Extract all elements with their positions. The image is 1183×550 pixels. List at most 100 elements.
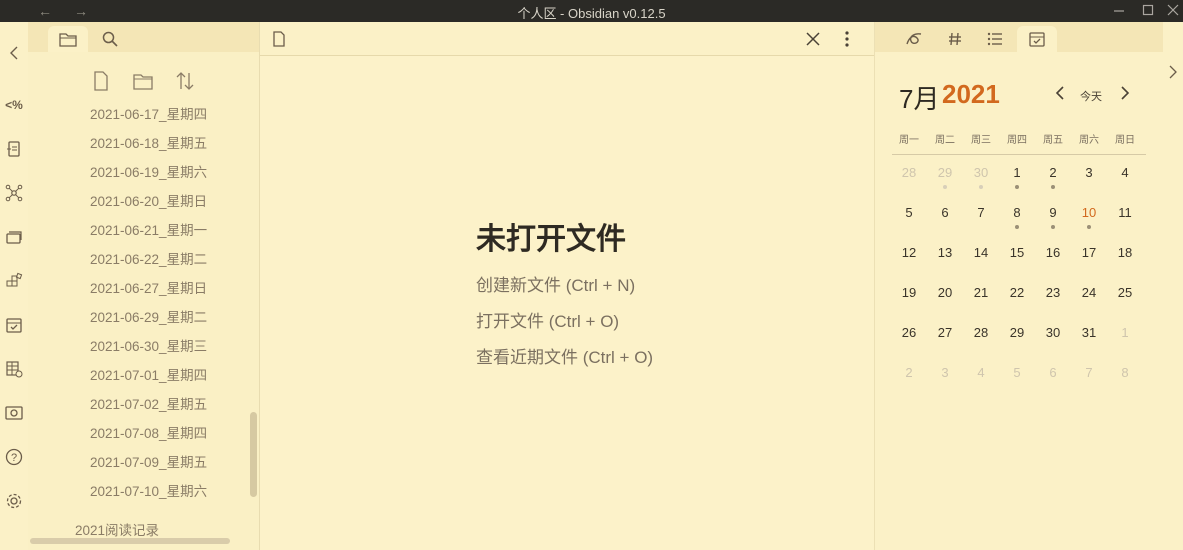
calendar-day[interactable]: 24	[1071, 285, 1107, 300]
cards-icon[interactable]	[4, 227, 24, 247]
help-icon[interactable]: ?	[4, 447, 24, 467]
calendar-day[interactable]: 8	[1107, 365, 1143, 380]
calendar-day[interactable]: 28	[963, 325, 999, 340]
weekday-label: 周日	[1115, 135, 1135, 146]
file-item[interactable]: 2021-06-17_星期四	[28, 106, 250, 135]
calendar-day[interactable]: 14	[963, 245, 999, 260]
calendar-day[interactable]: 29	[999, 325, 1035, 340]
calendar-day[interactable]: 28	[891, 165, 927, 180]
calendar-day[interactable]: 26	[891, 325, 927, 340]
settings-icon[interactable]	[4, 491, 24, 511]
calendar-day[interactable]: 30	[963, 165, 999, 180]
right-sidebar: 7月 2021 今天 周一 周二 周三 周四 周五 周六 周日 28 29 30 1 2 3 4 5 6 7 8…	[874, 22, 1164, 550]
maximize-icon[interactable]	[1141, 3, 1155, 17]
create-new-file-link[interactable]: 创建新文件 (Ctrl + N)	[476, 271, 635, 296]
calendar-day[interactable]: 30	[1035, 325, 1071, 340]
calendar-day[interactable]: 6	[927, 205, 963, 220]
screenshot-icon[interactable]	[4, 403, 24, 423]
calendar-day[interactable]: 19	[891, 285, 927, 300]
tab-search[interactable]	[90, 26, 130, 52]
calendar-day[interactable]: 9	[1035, 205, 1071, 220]
templater-icon[interactable]: <%	[4, 95, 24, 115]
calendar-day[interactable]: 31	[1071, 325, 1107, 340]
calendar-day[interactable]: 20	[927, 285, 963, 300]
calendar-day[interactable]: 25	[1107, 285, 1143, 300]
calendar-day[interactable]: 29	[927, 165, 963, 180]
recent-files-link[interactable]: 查看近期文件 (Ctrl + O)	[476, 343, 653, 368]
calendar-day[interactable]: 1	[999, 165, 1035, 180]
calendar-day[interactable]: 27	[927, 325, 963, 340]
blocks-icon[interactable]	[4, 271, 24, 291]
calendar-check-icon[interactable]	[4, 315, 24, 335]
new-note-icon[interactable]	[90, 70, 112, 92]
sort-icon[interactable]	[174, 70, 196, 92]
file-item[interactable]: 2021-07-09_星期五	[28, 454, 250, 483]
file-item[interactable]: 2021-07-10_星期六	[28, 483, 250, 512]
close-window-icon[interactable]	[1166, 3, 1180, 17]
hash-icon	[949, 32, 961, 46]
file-item[interactable]: 2021-06-21_星期一	[28, 222, 250, 251]
calendar-day[interactable]: 21	[963, 285, 999, 300]
weekday-label: 周六	[1079, 135, 1099, 146]
tab-outline[interactable]	[975, 26, 1015, 52]
tab-tags[interactable]	[935, 26, 975, 52]
calendar-day[interactable]: 16	[1035, 245, 1071, 260]
file-item[interactable]: 2021-06-18_星期五	[28, 135, 250, 164]
file-item[interactable]: 2021-07-02_星期五	[28, 396, 250, 425]
list-icon	[987, 32, 1002, 46]
more-options-icon[interactable]	[840, 30, 854, 48]
tab-file-explorer[interactable]	[48, 26, 88, 52]
calendar-day[interactable]: 6	[1035, 365, 1071, 380]
minimize-icon[interactable]	[1112, 3, 1126, 17]
calendar-day[interactable]: 8	[999, 205, 1035, 220]
file-item[interactable]: 2021-07-01_星期四	[28, 367, 250, 396]
calendar-day[interactable]: 5	[999, 365, 1035, 380]
graph-view-icon[interactable]	[4, 183, 24, 203]
table-icon[interactable]	[4, 359, 24, 379]
tab-backlinks[interactable]	[894, 26, 934, 52]
calendar-day[interactable]: 1	[1107, 325, 1143, 340]
new-folder-icon[interactable]	[132, 70, 154, 92]
note-indicator-dot	[1015, 225, 1019, 229]
file-item[interactable]: 2021-06-19_星期六	[28, 164, 250, 193]
calendar-day[interactable]: 15	[999, 245, 1035, 260]
calendar-day[interactable]: 5	[891, 205, 927, 220]
previous-month-icon[interactable]	[1053, 85, 1067, 101]
horizontal-scrollbar[interactable]	[30, 538, 230, 544]
note-indicator-dot	[1051, 185, 1055, 189]
file-item[interactable]: 2021-06-30_星期三	[28, 338, 250, 367]
next-month-icon[interactable]	[1118, 85, 1132, 101]
file-item[interactable]: 2021-06-20_星期日	[28, 193, 250, 222]
calendar-day[interactable]: 3	[927, 365, 963, 380]
tab-calendar[interactable]	[1017, 26, 1057, 52]
today-button[interactable]: 今天	[1080, 88, 1102, 104]
calendar-day[interactable]: 4	[1107, 165, 1143, 180]
chevron-right-icon[interactable]	[1167, 64, 1179, 80]
calendar-day[interactable]: 7	[963, 205, 999, 220]
calendar-day[interactable]: 2	[1035, 165, 1071, 180]
vertical-scrollbar[interactable]	[250, 412, 257, 497]
open-file-link[interactable]: 打开文件 (Ctrl + O)	[476, 307, 619, 332]
calendar-day[interactable]: 11	[1107, 205, 1143, 220]
file-item[interactable]: 2021-07-08_星期四	[28, 425, 250, 454]
calendar-day[interactable]: 13	[927, 245, 963, 260]
calendar-day[interactable]: 12	[891, 245, 927, 260]
chevron-left-icon[interactable]	[7, 45, 21, 61]
calendar-day[interactable]: 17	[1071, 245, 1107, 260]
calendar-day[interactable]: 18	[1107, 245, 1143, 260]
calendar-day[interactable]: 2	[891, 365, 927, 380]
file-item[interactable]: 2021-06-22_星期二	[28, 251, 250, 280]
folder-item[interactable]: 2021阅读记录	[75, 519, 159, 539]
calendar-day[interactable]: 3	[1071, 165, 1107, 180]
note-composer-icon[interactable]	[4, 139, 24, 159]
calendar-day-today[interactable]: 10	[1071, 205, 1107, 220]
calendar-day[interactable]: 23	[1035, 285, 1071, 300]
calendar-divider	[892, 154, 1146, 155]
file-item[interactable]: 2021-06-27_星期日	[28, 280, 250, 309]
close-icon[interactable]	[805, 31, 821, 47]
weekday-label: 周三	[971, 135, 991, 146]
file-item[interactable]: 2021-06-29_星期二	[28, 309, 250, 338]
calendar-day[interactable]: 4	[963, 365, 999, 380]
calendar-day[interactable]: 7	[1071, 365, 1107, 380]
calendar-day[interactable]: 22	[999, 285, 1035, 300]
